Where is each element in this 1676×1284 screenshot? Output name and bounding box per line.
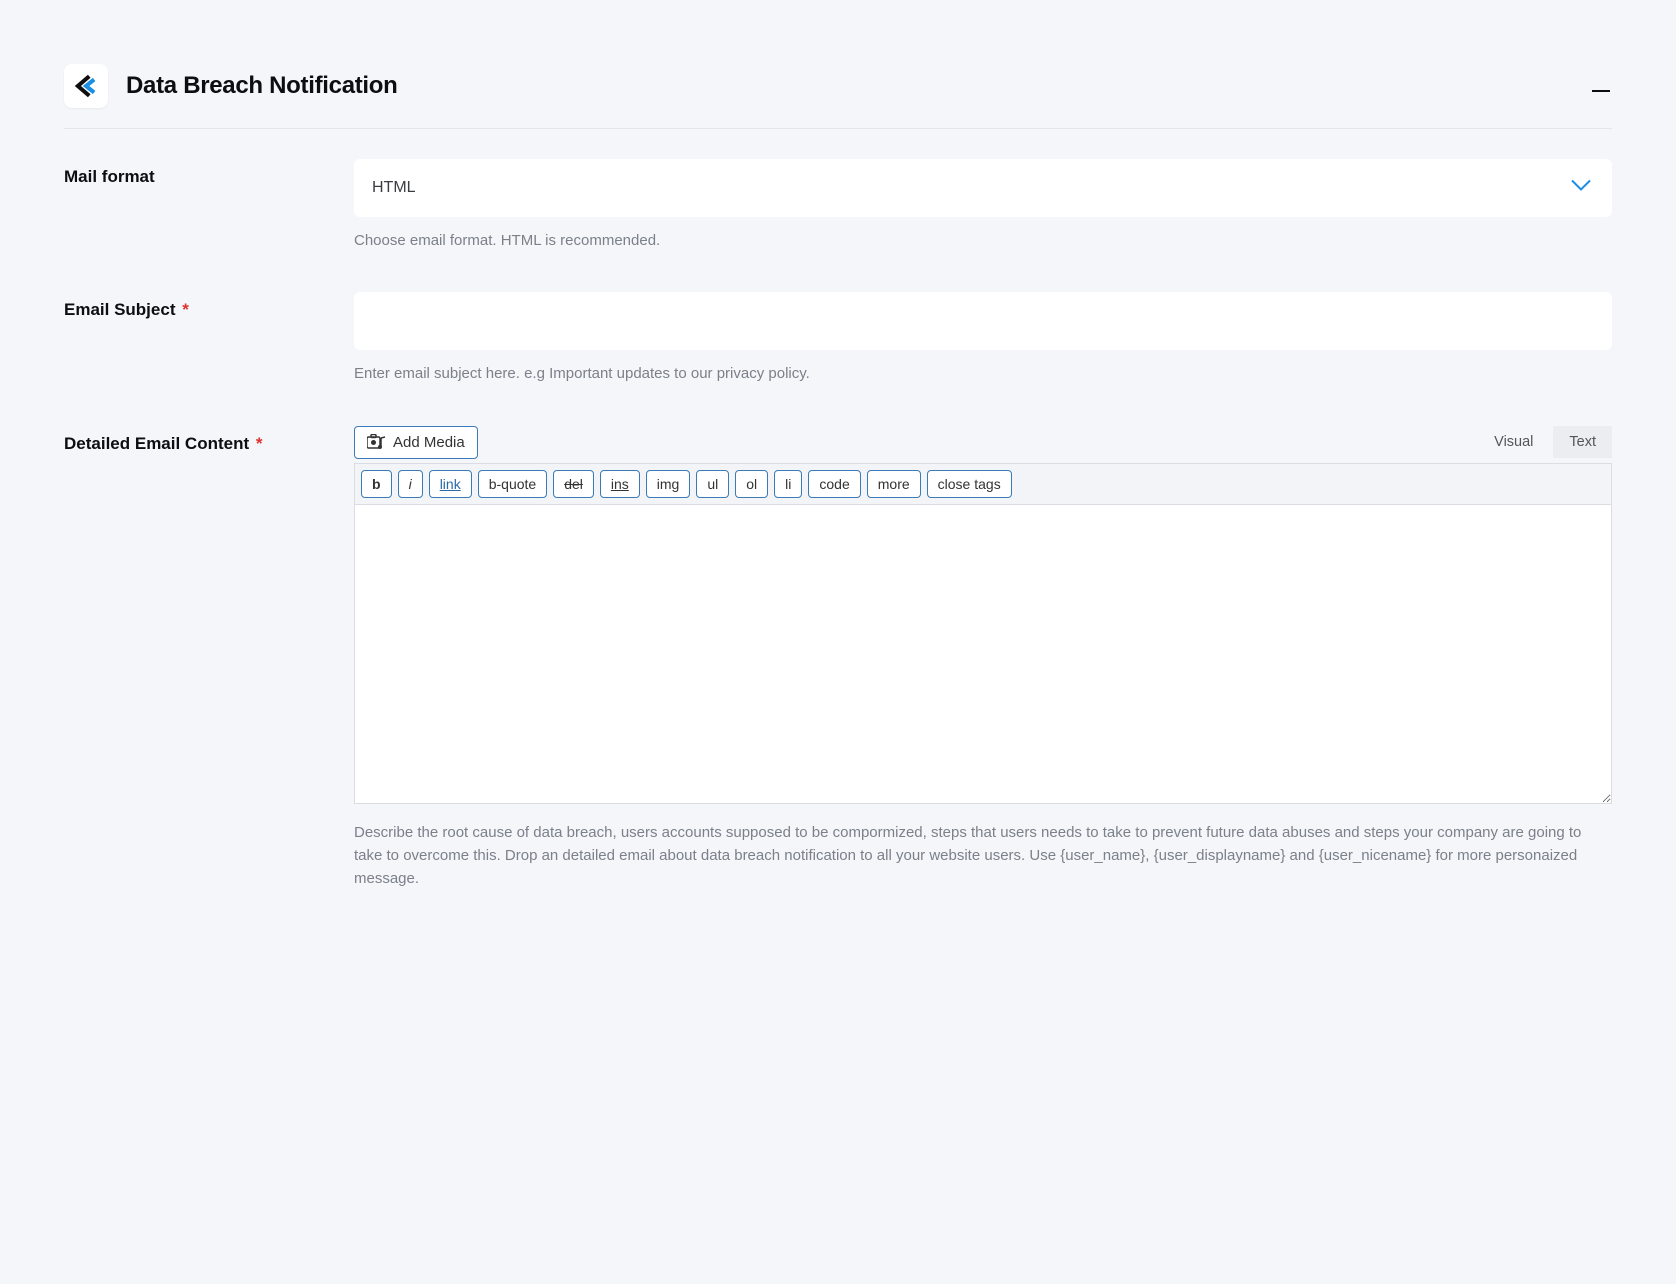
qt-bquote-button[interactable]: b-quote [478,470,547,498]
email-content-row: Detailed Email Content * [64,426,1612,891]
add-media-button[interactable]: Add Media [354,426,478,459]
email-subject-help: Enter email subject here. e.g Important … [354,362,1612,385]
qt-ol-button[interactable]: ol [735,470,768,498]
qt-link-button[interactable]: link [429,470,472,498]
qt-ul-button[interactable]: ul [696,470,729,498]
email-subject-input[interactable] [354,292,1612,350]
camera-music-icon [367,434,385,450]
quicktags-toolbar: b i link b-quote del ins img ul ol li co… [354,463,1612,504]
qt-italic-button[interactable]: i [398,470,423,498]
email-content-control: Add Media Visual Text b i link b-quote d… [354,426,1612,891]
mail-format-select[interactable]: HTML [354,159,1612,217]
mail-format-help: Choose email format. HTML is recommended… [354,229,1612,252]
email-subject-label: Email Subject [64,300,175,319]
email-subject-control: Enter email subject here. e.g Important … [354,292,1612,385]
email-content-help: Describe the root cause of data breach, … [354,821,1612,891]
mail-format-row: Mail format HTML Choose email format. HT… [64,159,1612,252]
data-breach-panel: Data Breach Notification Mail format HTM… [24,24,1652,970]
app-logo-icon [73,73,99,99]
email-content-label-wrap: Detailed Email Content * [64,426,354,454]
qt-close-tags-button[interactable]: close tags [927,470,1012,498]
collapse-toggle[interactable] [1590,70,1612,102]
editor-toolbar-top: Add Media Visual Text [354,426,1612,459]
email-content-label: Detailed Email Content [64,434,249,453]
qt-li-button[interactable]: li [774,470,802,498]
add-media-label: Add Media [393,434,465,451]
tab-visual[interactable]: Visual [1478,426,1549,458]
email-subject-label-wrap: Email Subject * [64,292,354,320]
qt-img-button[interactable]: img [646,470,691,498]
panel-title: Data Breach Notification [126,72,398,100]
editor-wrap: b i link b-quote del ins img ul ol li co… [354,463,1612,809]
mail-format-control: HTML Choose email format. HTML is recomm… [354,159,1612,252]
editor-tabs: Visual Text [1478,426,1612,458]
email-content-textarea[interactable] [354,504,1612,804]
chevron-down-icon [1570,179,1592,198]
mail-format-label: Mail format [64,159,354,187]
required-marker: * [256,434,263,453]
required-marker: * [182,300,189,319]
qt-ins-button[interactable]: ins [600,470,640,498]
qt-code-button[interactable]: code [808,470,860,498]
qt-bold-button[interactable]: b [361,470,392,498]
qt-del-button[interactable]: del [553,470,594,498]
minus-icon [1592,89,1610,93]
email-subject-row: Email Subject * Enter email subject here… [64,292,1612,385]
panel-header: Data Breach Notification [64,64,1612,129]
tab-text[interactable]: Text [1553,426,1612,458]
qt-more-button[interactable]: more [867,470,921,498]
logo-box [64,64,108,108]
mail-format-value: HTML [372,179,416,197]
panel-header-left: Data Breach Notification [64,64,398,108]
